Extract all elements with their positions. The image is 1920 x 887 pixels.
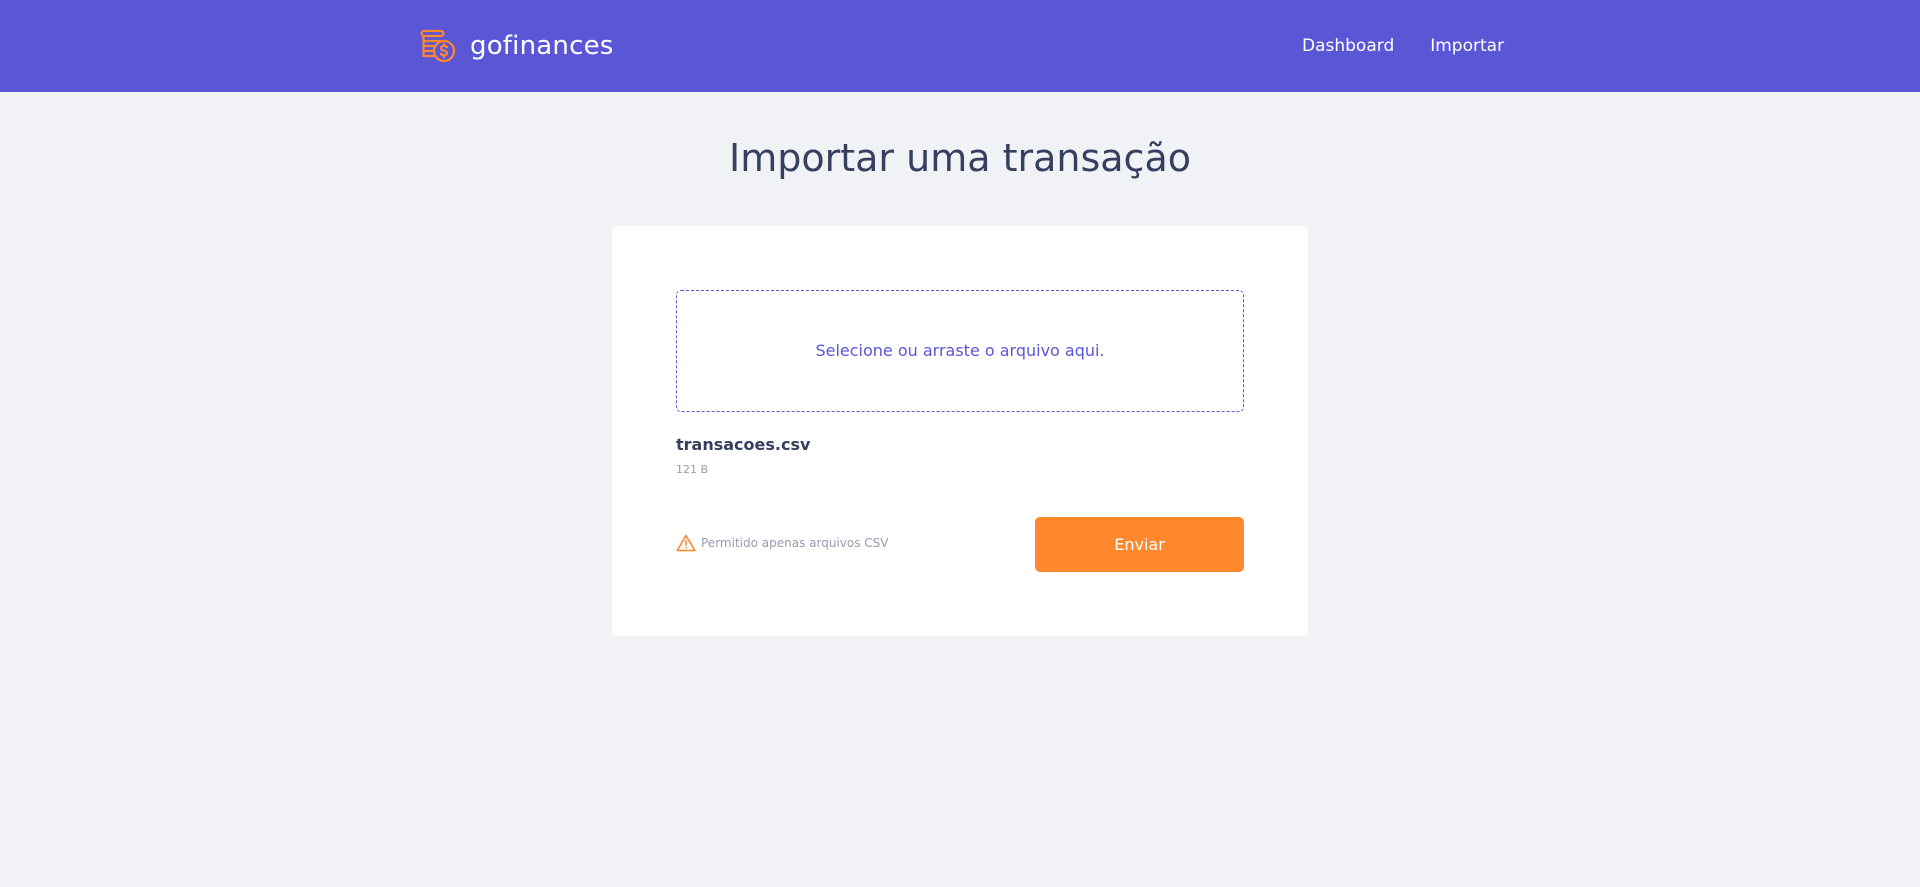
uploaded-file-name: transacoes.csv [676, 435, 811, 454]
file-dropzone[interactable]: Selecione ou arraste o arquivo aqui. [676, 290, 1244, 412]
main-nav: Dashboard Importar [1302, 34, 1504, 58]
nav-link-importar[interactable]: Importar [1430, 34, 1504, 58]
page-title: Importar uma transação [729, 136, 1191, 180]
csv-only-notice: Permitido apenas arquivos CSV [676, 534, 888, 552]
top-header: gofinances Dashboard Importar [0, 0, 1920, 92]
import-card: Selecione ou arraste o arquivo aqui. tra… [612, 226, 1308, 636]
coins-dollar-icon [420, 29, 456, 63]
warning-icon [676, 534, 696, 552]
nav-link-dashboard[interactable]: Dashboard [1302, 34, 1394, 58]
notice-text: Permitido apenas arquivos CSV [701, 536, 889, 550]
dropzone-label: Selecione ou arraste o arquivo aqui. [815, 341, 1105, 360]
uploaded-file-size: 121 B [676, 463, 709, 476]
app-name: gofinances [470, 31, 614, 61]
send-button[interactable]: Enviar [1035, 517, 1244, 572]
app-logo[interactable]: gofinances [420, 28, 614, 64]
